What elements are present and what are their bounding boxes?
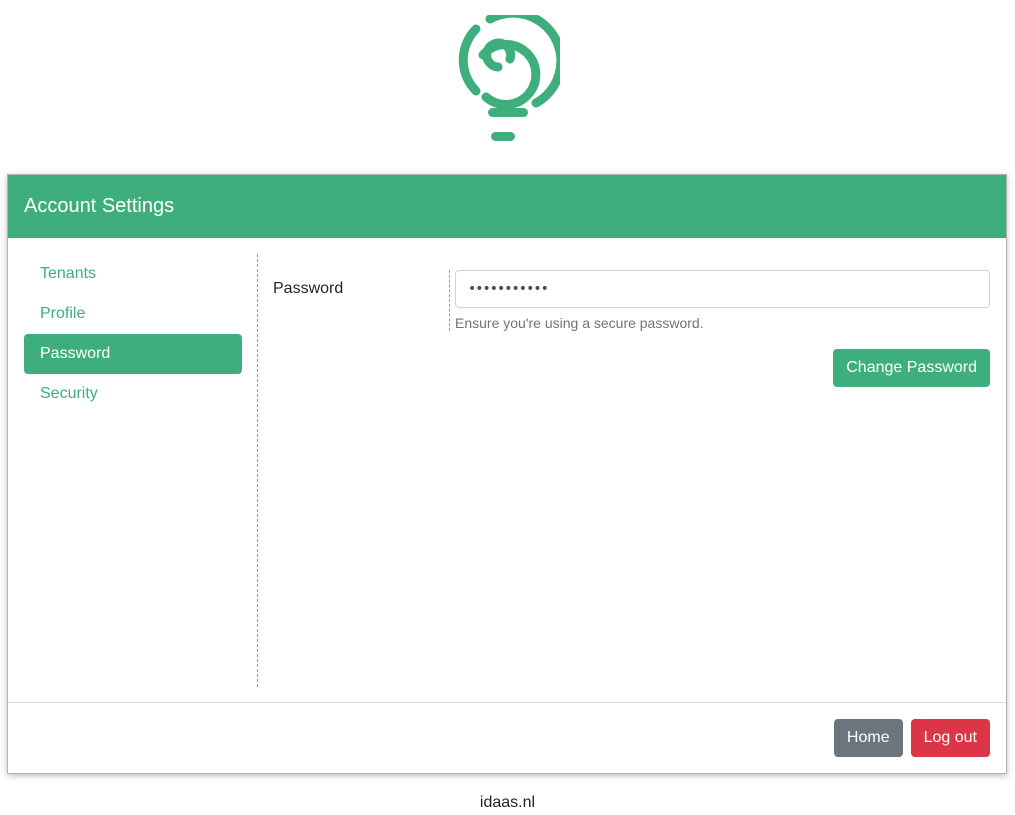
page-title: Account Settings: [24, 195, 175, 217]
password-help-text: Ensure you're using a secure password.: [455, 315, 704, 331]
sidebar-divider: [257, 254, 258, 687]
spiral-lightbulb-icon: [458, 15, 560, 141]
sidebar-item-password[interactable]: Password: [24, 334, 242, 374]
settings-sidebar: Tenants Profile Password Security: [24, 238, 242, 414]
password-input[interactable]: [455, 270, 990, 308]
password-label: Password: [273, 280, 344, 297]
home-button[interactable]: Home: [833, 719, 903, 757]
card-header: Account Settings: [8, 175, 1006, 238]
logout-button[interactable]: Log out: [910, 719, 990, 757]
sidebar-item-tenants[interactable]: Tenants: [24, 254, 242, 294]
logo-area: [0, 0, 1015, 175]
card-footer: Home Log out: [8, 702, 1006, 773]
site-footer: idaas.nl: [479, 794, 536, 811]
card-body: Tenants Profile Password Security Passwo…: [8, 238, 1006, 703]
change-password-button[interactable]: Change Password: [833, 349, 990, 387]
sidebar-item-profile[interactable]: Profile: [24, 294, 242, 334]
password-field-group: Ensure you're using a secure password.: [449, 270, 990, 331]
account-settings-card: Account Settings Tenants Profile Passwor…: [7, 174, 1007, 774]
sidebar-item-security[interactable]: Security: [24, 374, 242, 414]
